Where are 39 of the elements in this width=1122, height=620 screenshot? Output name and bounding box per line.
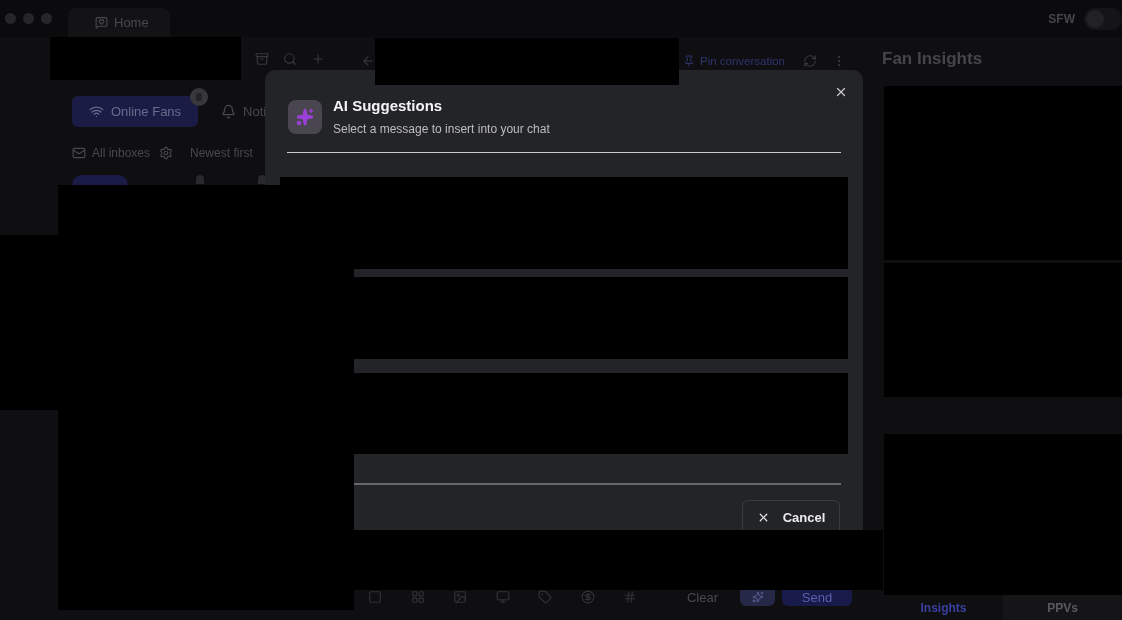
panel-tab[interactable]: PPVs [1003,595,1122,620]
plus-icon[interactable] [311,51,325,66]
toggle-switch[interactable] [1084,7,1122,30]
filter-tab[interactable]: Noti [221,96,267,127]
bell-icon [221,104,237,119]
close-icon[interactable] [834,85,848,99]
sparkle-icon [751,591,764,603]
sparkle-icon [288,99,322,134]
message-heart-icon [95,16,108,29]
monitor-icon[interactable] [495,590,510,604]
pin-icon [683,55,695,67]
badge-icon [190,88,209,106]
home-tab[interactable]: Home [68,8,170,37]
wifi-icon [89,104,104,119]
search-icon[interactable] [283,51,297,66]
pin-conversation-button[interactable]: Pin conversation [683,55,786,67]
dot-icon [196,175,204,184]
window-close-button[interactable] [5,13,16,24]
cancel-button[interactable]: Cancel [742,500,840,531]
hash-icon[interactable] [623,590,637,604]
dollar-coin-icon[interactable] [580,590,595,604]
refresh-icon[interactable] [803,54,818,68]
dialog-subtitle: Select a message to insert into your chat [333,122,550,136]
window-minimize-button[interactable] [23,13,34,24]
panel-title: Fan Insights [881,50,984,68]
dialog-title: AI Suggestions [333,97,444,115]
clear-button[interactable]: Clear [686,589,718,605]
mail-icon [72,146,86,160]
tag-icon[interactable] [538,590,552,604]
archive-icon[interactable] [255,51,269,66]
sort-dropdown[interactable]: Newest first [190,146,253,160]
square-icon[interactable] [368,590,382,604]
image-icon[interactable] [453,590,467,604]
window-zoom-button[interactable] [41,13,52,24]
grid-icon[interactable] [410,590,425,604]
inbox-filter-label[interactable]: All inboxes [92,146,151,160]
pill-button[interactable] [72,175,128,185]
gear-icon[interactable] [159,146,174,160]
sfw-label: SFW [1048,11,1075,26]
